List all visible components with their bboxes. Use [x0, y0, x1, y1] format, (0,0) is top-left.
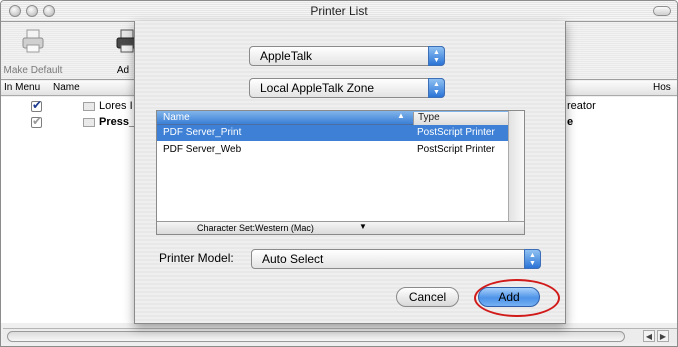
column-in-menu[interactable]: In Menu: [4, 82, 40, 93]
printer-name: PDF Server_Web: [163, 144, 242, 155]
connection-type-value: AppleTalk: [260, 49, 313, 63]
column-host[interactable]: Hos: [653, 82, 671, 93]
browser-header: Name ▲ Type: [157, 111, 508, 125]
character-set-value: Character Set:Western (Mac): [197, 223, 314, 233]
printer-model-value: Auto Select: [262, 252, 324, 266]
add-printer-sheet: AppleTalk ▲ ▼ Local AppleTalk Zone ▲ ▼ Nam…: [134, 21, 566, 324]
in-menu-checkbox[interactable]: [31, 98, 42, 112]
sort-ascending-icon: ▲: [397, 111, 405, 120]
printer-type: PostScript Printer: [417, 127, 495, 138]
column-name[interactable]: Name: [163, 112, 190, 123]
make-default-button[interactable]: Make Default: [3, 26, 63, 78]
column-name[interactable]: Name: [53, 82, 80, 93]
printer-kind: e: [567, 116, 574, 128]
updown-arrows-icon: ▲ ▼: [428, 78, 445, 98]
printer-name: Lores I: [99, 100, 133, 112]
chevron-down-icon: ▼: [359, 222, 367, 231]
zone-popup[interactable]: Local AppleTalk Zone ▲ ▼: [249, 78, 445, 98]
scroll-track[interactable]: [7, 331, 625, 342]
printer-name: PDF Server_Print: [163, 127, 242, 138]
printer-model-popup[interactable]: Auto Select ▲ ▼: [251, 249, 541, 269]
window-titlebar[interactable]: Printer List: [1, 1, 677, 22]
horizontal-scrollbar[interactable]: ◀ ▶: [3, 328, 677, 343]
printer-type: PostScript Printer: [417, 144, 495, 155]
updown-arrows-icon: ▲ ▼: [524, 249, 541, 269]
printer-browser-list: Name ▲ Type PDF Server_Print PostScript …: [156, 110, 525, 235]
printer-kind: reator: [567, 100, 596, 112]
zone-value: Local AppleTalk Zone: [260, 81, 375, 95]
window-title: Printer List: [310, 4, 368, 18]
table-row[interactable]: PDF Server_Print PostScript Printer: [157, 125, 508, 141]
updown-arrows-icon: ▲ ▼: [428, 46, 445, 66]
make-default-label: Make Default: [3, 65, 63, 76]
toolbar-toggle-button[interactable]: [653, 6, 671, 16]
column-type[interactable]: Type: [413, 112, 508, 125]
printer-model-label: Printer Model:: [159, 251, 234, 265]
browser-scrollbar[interactable]: [508, 111, 524, 221]
scroll-right-arrow-icon[interactable]: ▶: [657, 330, 669, 342]
scroll-left-arrow-icon[interactable]: ◀: [643, 330, 655, 342]
add-button[interactable]: Add: [478, 287, 540, 307]
connection-type-popup[interactable]: AppleTalk ▲ ▼: [249, 46, 445, 66]
printer-icon: [22, 29, 44, 53]
printer-name: Press_: [99, 116, 136, 128]
printer-icon: [83, 102, 95, 111]
printer-icon: [83, 118, 95, 127]
in-menu-checkbox[interactable]: [31, 114, 42, 128]
character-set-popup[interactable]: Character Set:Western (Mac) ▼: [157, 221, 524, 234]
table-row[interactable]: PDF Server_Web PostScript Printer: [157, 142, 508, 158]
cancel-button[interactable]: Cancel: [396, 287, 459, 307]
